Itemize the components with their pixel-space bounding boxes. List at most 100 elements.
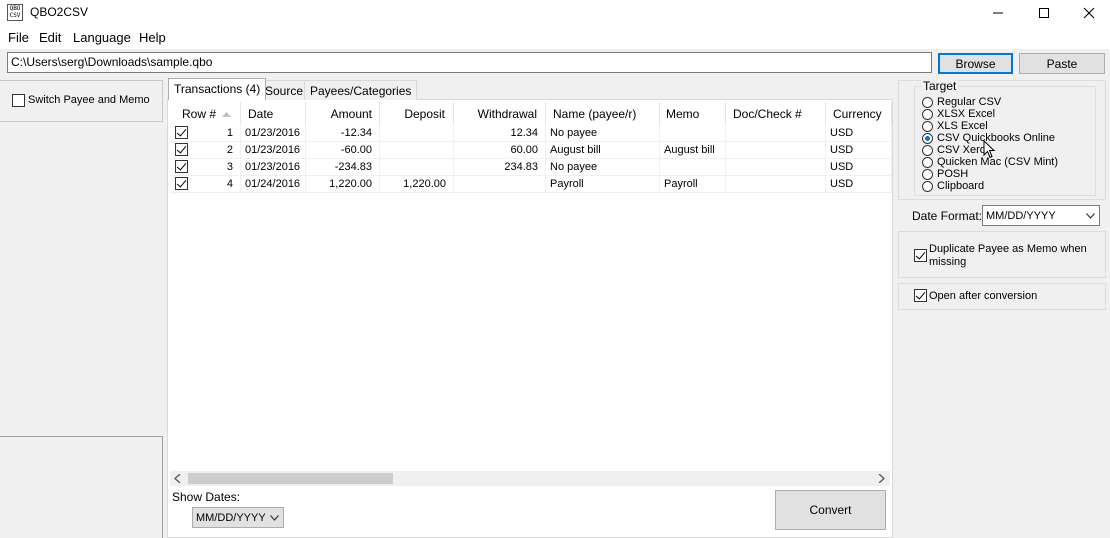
column-header-name[interactable]: Name (payee/r)	[546, 102, 660, 124]
table-row[interactable]: 1 01/23/2016 -12.34 12.34 No payee USD	[170, 125, 892, 142]
radio-button[interactable]	[922, 120, 933, 132]
cell-amount[interactable]: -12.34	[306, 125, 380, 142]
open-after-conversion-checkbox[interactable]	[914, 289, 927, 302]
menu-bar: File Edit Language Help	[0, 26, 1110, 49]
open-after-conversion-label: Open after conversion	[929, 290, 1038, 302]
target-option[interactable]: Regular CSV	[922, 96, 1001, 108]
cell-date[interactable]: 01/23/2016	[241, 142, 306, 159]
target-option[interactable]: Clipboard	[922, 180, 984, 192]
target-option-label: XLS Excel	[937, 120, 988, 132]
cell-memo[interactable]: August bill	[660, 142, 726, 159]
scroll-left-icon[interactable]	[174, 474, 181, 483]
cell-currency[interactable]: USD	[826, 125, 892, 142]
cell-amount[interactable]: -60.00	[306, 142, 380, 159]
file-path-input[interactable]: C:\Users\serg\Downloads\sample.qbo	[7, 52, 932, 73]
minimize-icon	[993, 12, 1003, 14]
cell-date[interactable]: 01/23/2016	[241, 159, 306, 176]
target-option[interactable]: XLSX Excel	[922, 108, 995, 120]
cell-name[interactable]: Payroll	[546, 176, 660, 193]
switch-payee-memo-checkbox[interactable]	[12, 94, 25, 107]
cell-amount[interactable]: -234.83	[306, 159, 380, 176]
column-header-deposit[interactable]: Deposit	[380, 102, 454, 124]
column-header-doc-check[interactable]: Doc/Check #	[726, 102, 826, 124]
date-format-dropdown[interactable]: MM/DD/YYYY	[982, 205, 1100, 226]
tab-transactions[interactable]: Transactions (4)	[168, 78, 267, 100]
radio-button[interactable]	[922, 168, 933, 180]
row-select-checkbox[interactable]	[175, 143, 188, 156]
cell-amount[interactable]: 1,220.00	[306, 176, 380, 193]
cell-withdrawal[interactable]: 60.00	[454, 142, 546, 159]
target-option-label: XLSX Excel	[937, 108, 996, 120]
menu-language[interactable]: Language	[73, 30, 131, 45]
scrollbar-thumb[interactable]	[188, 473, 393, 484]
tab-payees-categories[interactable]: Payees/Categories	[304, 80, 418, 100]
horizontal-scrollbar[interactable]	[170, 471, 890, 486]
radio-button[interactable]	[922, 132, 933, 144]
column-header-date[interactable]: Date	[241, 102, 306, 124]
cell-currency[interactable]: USD	[826, 142, 892, 159]
show-dates-value: MM/DD/YYYY	[196, 512, 266, 524]
column-header-amount[interactable]: Amount	[306, 102, 380, 124]
cell-name[interactable]: August bill	[546, 142, 660, 159]
radio-button[interactable]	[922, 144, 933, 156]
tab-source[interactable]: Source	[259, 80, 310, 100]
cell-date[interactable]: 01/24/2016	[241, 176, 306, 193]
target-option[interactable]: XLS Excel	[922, 120, 988, 132]
menu-file[interactable]: File	[8, 30, 29, 45]
table-row[interactable]: 2 01/23/2016 -60.00 60.00 August bill August …	[170, 142, 892, 159]
row-select-checkbox[interactable]	[175, 126, 188, 139]
window-title: QBO2CSV	[30, 5, 89, 19]
scroll-right-icon[interactable]	[878, 474, 885, 483]
menu-help[interactable]: Help	[139, 30, 166, 45]
app-icon: QBO CSV	[7, 4, 23, 21]
column-header-memo[interactable]: Memo	[660, 102, 726, 124]
target-option[interactable]: CSV Xero	[922, 144, 986, 156]
cell-memo[interactable]: Payroll	[660, 176, 726, 193]
cell-withdrawal[interactable]: 12.34	[454, 125, 546, 142]
cell-withdrawal[interactable]: 234.83	[454, 159, 546, 176]
radio-button[interactable]	[922, 180, 933, 192]
cell-date[interactable]: 01/23/2016	[241, 125, 306, 142]
cell-withdrawal[interactable]	[454, 176, 546, 193]
cell-deposit[interactable]	[380, 142, 454, 159]
cell-deposit[interactable]	[380, 125, 454, 142]
cell-name[interactable]: No payee	[546, 125, 660, 142]
cell-doc-check[interactable]	[726, 176, 826, 193]
radio-button[interactable]	[922, 96, 933, 108]
date-format-value: MM/DD/YYYY	[986, 210, 1056, 222]
convert-button[interactable]: Convert	[775, 490, 886, 530]
transactions-table: Row # Date Amount Deposit Withdrawal Nam…	[170, 102, 892, 474]
radio-button[interactable]	[922, 156, 933, 168]
cell-memo[interactable]	[660, 159, 726, 176]
target-option-label: CSV Quickbooks Online	[937, 132, 1055, 144]
cell-doc-check[interactable]	[726, 125, 826, 142]
target-option[interactable]: POSH	[922, 168, 968, 180]
title-bar: QBO CSV QBO2CSV	[0, 0, 1110, 26]
cell-currency[interactable]: USD	[826, 176, 892, 193]
target-option-label: POSH	[937, 168, 969, 180]
cell-doc-check[interactable]	[726, 159, 826, 176]
table-row[interactable]: 4 01/24/2016 1,220.00 1,220.00 Payroll Payrol…	[170, 176, 892, 193]
row-select-checkbox[interactable]	[175, 177, 188, 190]
column-header-withdrawal[interactable]: Withdrawal	[454, 102, 546, 124]
cell-name[interactable]: No payee	[546, 159, 660, 176]
radio-button[interactable]	[922, 108, 933, 120]
cell-memo[interactable]	[660, 125, 726, 142]
minimize-button[interactable]	[975, 0, 1021, 26]
cell-doc-check[interactable]	[726, 142, 826, 159]
target-option-label: Regular CSV	[937, 96, 1002, 108]
cell-currency[interactable]: USD	[826, 159, 892, 176]
row-select-checkbox[interactable]	[175, 160, 188, 173]
maximize-button[interactable]	[1021, 0, 1067, 26]
duplicate-payee-checkbox[interactable]	[914, 249, 927, 262]
paste-button[interactable]: Paste	[1019, 53, 1105, 74]
browse-button[interactable]: Browse	[938, 53, 1013, 74]
close-button[interactable]	[1066, 0, 1110, 26]
column-header-row[interactable]: Row #	[170, 102, 241, 124]
table-row[interactable]: 3 01/23/2016 -234.83 234.83 No payee USD	[170, 159, 892, 176]
cell-deposit[interactable]: 1,220.00	[380, 176, 454, 193]
cell-deposit[interactable]	[380, 159, 454, 176]
menu-edit[interactable]: Edit	[39, 30, 61, 45]
show-dates-dropdown[interactable]: MM/DD/YYYY	[192, 507, 284, 528]
column-header-currency[interactable]: Currency	[826, 102, 892, 124]
